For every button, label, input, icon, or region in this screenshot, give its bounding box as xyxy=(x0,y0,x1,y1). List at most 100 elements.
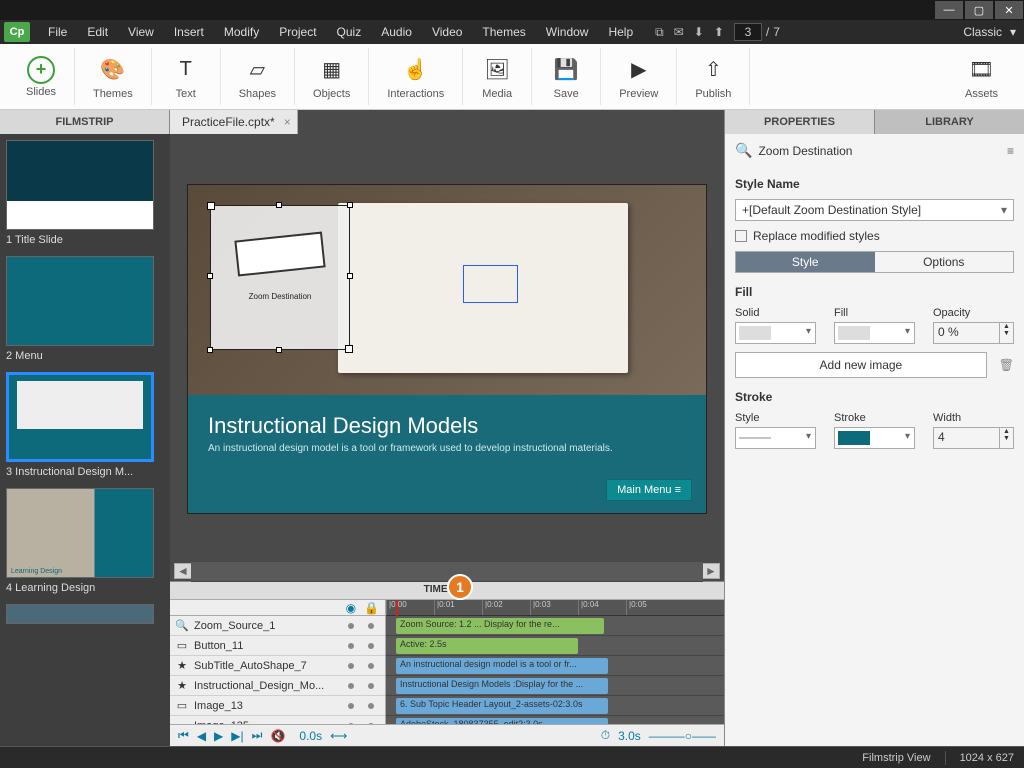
subtab-style[interactable]: Style xyxy=(736,252,875,272)
menu-modify[interactable]: Modify xyxy=(214,22,269,42)
slide-stage[interactable]: Zoom Destination Instructional Design Mo… xyxy=(187,184,707,514)
fill-color-swatch[interactable] xyxy=(834,322,915,344)
filmstrip-header: FILMSTRIP xyxy=(0,110,170,134)
timeline-track-2[interactable]: An instructional design model is a tool … xyxy=(386,656,724,676)
timeline-layer-5[interactable]: ▭Image_135 xyxy=(170,716,385,724)
style-name-dropdown[interactable]: +[Default Zoom Destination Style] xyxy=(735,199,1014,221)
main-menu-button[interactable]: Main Menu xyxy=(606,479,692,501)
menu-file[interactable]: File xyxy=(38,22,77,42)
end-icon[interactable]: ⏭ xyxy=(252,728,263,743)
document-tab[interactable]: PracticeFile.cptx* × xyxy=(170,110,298,134)
timeline-clip-4[interactable]: 6. Sub Topic Header Layout_2-assets-02:3… xyxy=(396,698,608,714)
timeline-clip-3[interactable]: Instructional Design Models :Display for… xyxy=(396,678,608,694)
timeline-layer-1[interactable]: ▭Button_11 xyxy=(170,636,385,656)
stroke-section-label: Stroke xyxy=(735,390,1014,404)
slide-thumb-4[interactable]: Learning Design4 Learning Design xyxy=(6,488,164,594)
objects-icon: ▦ xyxy=(316,54,348,86)
stroke-color-swatch[interactable] xyxy=(834,427,915,449)
ribbon-themes[interactable]: 🎨Themes xyxy=(75,48,152,105)
stroke-style-dropdown[interactable] xyxy=(735,427,816,449)
maximize-button[interactable]: ▢ xyxy=(965,1,993,19)
horizontal-scrollbar[interactable]: ◄► xyxy=(174,563,720,579)
play-icon[interactable]: ▶ xyxy=(214,729,223,743)
ribbon-media[interactable]: 🖼Media xyxy=(463,48,532,105)
timeline-layer-4[interactable]: ▭Image_13 xyxy=(170,696,385,716)
menu-window[interactable]: Window xyxy=(536,22,599,42)
timeline-layer-0[interactable]: 🔍Zoom_Source_1 xyxy=(170,616,385,636)
fill-solid-swatch[interactable] xyxy=(735,322,816,344)
tab-library[interactable]: LIBRARY xyxy=(874,110,1024,134)
timeline-clip-0[interactable]: Zoom Source: 1.2 ... Display for the re.… xyxy=(396,618,604,634)
slide-thumb-1[interactable]: Instructional Design1 Title Slide xyxy=(6,140,164,246)
timeline-track-4[interactable]: 6. Sub Topic Header Layout_2-assets-02:3… xyxy=(386,696,724,716)
close-tab-icon[interactable]: × xyxy=(284,115,291,129)
slide-subtitle[interactable]: An instructional design model is a tool … xyxy=(208,443,613,454)
menu-audio[interactable]: Audio xyxy=(371,22,422,42)
ribbon-save[interactable]: 💾Save xyxy=(532,48,601,105)
slide-thumb-3[interactable]: Instructional Design Models3 Instruction… xyxy=(6,372,164,478)
ribbon-slides[interactable]: +Slides xyxy=(8,48,75,105)
ribbon-text[interactable]: TText xyxy=(152,48,221,105)
tab-properties[interactable]: PROPERTIES xyxy=(724,110,874,134)
timeline-clip-1[interactable]: Active: 2.5s xyxy=(396,638,578,654)
menu-insert[interactable]: Insert xyxy=(164,22,214,42)
close-button[interactable]: ✕ xyxy=(995,1,1023,19)
ribbon-assets[interactable]: 🎞Assets xyxy=(947,48,1016,105)
replace-styles-checkbox[interactable]: Replace modified styles xyxy=(735,229,1014,243)
menu-edit[interactable]: Edit xyxy=(77,22,118,42)
interactions-icon: ☝ xyxy=(400,54,432,86)
panel-menu-icon[interactable]: ≡ xyxy=(1007,144,1014,158)
stage-background-image: Zoom Destination xyxy=(188,185,706,395)
mail-icon[interactable]: ✉ xyxy=(674,25,684,39)
menu-project[interactable]: Project xyxy=(269,22,326,42)
stroke-width-input[interactable]: 4▲▼ xyxy=(933,427,1014,449)
add-image-button[interactable]: Add new image xyxy=(735,352,987,378)
ribbon-objects[interactable]: ▦Objects xyxy=(295,48,369,105)
ribbon-shapes[interactable]: ▱Shapes xyxy=(221,48,295,105)
filmstrip-panel[interactable]: Instructional Design1 Title SlideMain Me… xyxy=(0,134,170,746)
menu-view[interactable]: View xyxy=(118,22,164,42)
timeline-ruler[interactable]: |0:00|0:01|0:02|0:03|0:04|0:05 xyxy=(386,600,724,616)
menu-help[interactable]: Help xyxy=(598,22,643,42)
rewind-start-icon[interactable]: ⏮ xyxy=(178,728,189,743)
ribbon-interactions[interactable]: ☝Interactions xyxy=(369,48,463,105)
upload-icon[interactable]: ⬆ xyxy=(714,25,724,39)
ribbon-publish[interactable]: ⇧Publish xyxy=(677,48,750,105)
workspace-dropdown[interactable]: Classic xyxy=(955,23,1020,41)
minimize-button[interactable]: — xyxy=(935,1,963,19)
publish-icon: ⇧ xyxy=(697,54,729,86)
timeline-track-5[interactable]: AdobeStock_180837355_edit2:3.0s xyxy=(386,716,724,724)
step-fwd-icon[interactable]: ▶| xyxy=(231,729,243,743)
delete-image-icon[interactable]: 🗑 xyxy=(999,358,1014,372)
page-current[interactable]: 3 xyxy=(734,23,762,41)
step-back-icon[interactable]: ◀ xyxy=(197,729,206,743)
subtab-options[interactable]: Options xyxy=(875,252,1014,272)
canvas-area: Zoom Destination Instructional Design Mo… xyxy=(170,134,724,746)
slide-thumb-2[interactable]: Main Menu2 Menu xyxy=(6,256,164,362)
status-bar: Filmstrip View 1024 x 627 xyxy=(0,746,1024,768)
status-view-mode: Filmstrip View xyxy=(862,752,930,764)
timeline-track-1[interactable]: Active: 2.5s xyxy=(386,636,724,656)
timeline-layer-2[interactable]: ★SubTitle_AutoShape_7 xyxy=(170,656,385,676)
menu-themes[interactable]: Themes xyxy=(472,22,535,42)
zoom-source-object[interactable] xyxy=(463,265,518,303)
visibility-icon[interactable]: ◉ xyxy=(346,601,356,615)
ribbon-preview[interactable]: ▶Preview xyxy=(601,48,677,105)
timeline-column-header: ◉ 🔒 xyxy=(170,600,385,616)
timeline-clip-5[interactable]: AdobeStock_180837355_edit2:3.0s xyxy=(396,718,608,724)
zoom-destination-object[interactable]: Zoom Destination xyxy=(210,205,350,350)
opacity-input[interactable]: 0 %▲▼ xyxy=(933,322,1014,344)
shapes-icon: ▱ xyxy=(241,54,273,86)
mute-icon[interactable]: 🔇 xyxy=(270,729,285,743)
timeline-layer-3[interactable]: ★Instructional_Design_Mo... xyxy=(170,676,385,696)
timeline-clip-2[interactable]: An instructional design model is a tool … xyxy=(396,658,608,674)
timeline-track-0[interactable]: Zoom Source: 1.2 ... Display for the re.… xyxy=(386,616,724,636)
lock-icon[interactable]: 🔒 xyxy=(364,601,379,615)
download-icon[interactable]: ⬇ xyxy=(694,25,704,39)
slide-title[interactable]: Instructional Design Models xyxy=(208,413,478,439)
timeline-track-3[interactable]: Instructional Design Models :Display for… xyxy=(386,676,724,696)
preview-icon[interactable]: ⧉ xyxy=(655,25,664,40)
menu-quiz[interactable]: Quiz xyxy=(327,22,372,42)
object-name: Zoom Destination xyxy=(758,144,852,158)
menu-video[interactable]: Video xyxy=(422,22,472,42)
